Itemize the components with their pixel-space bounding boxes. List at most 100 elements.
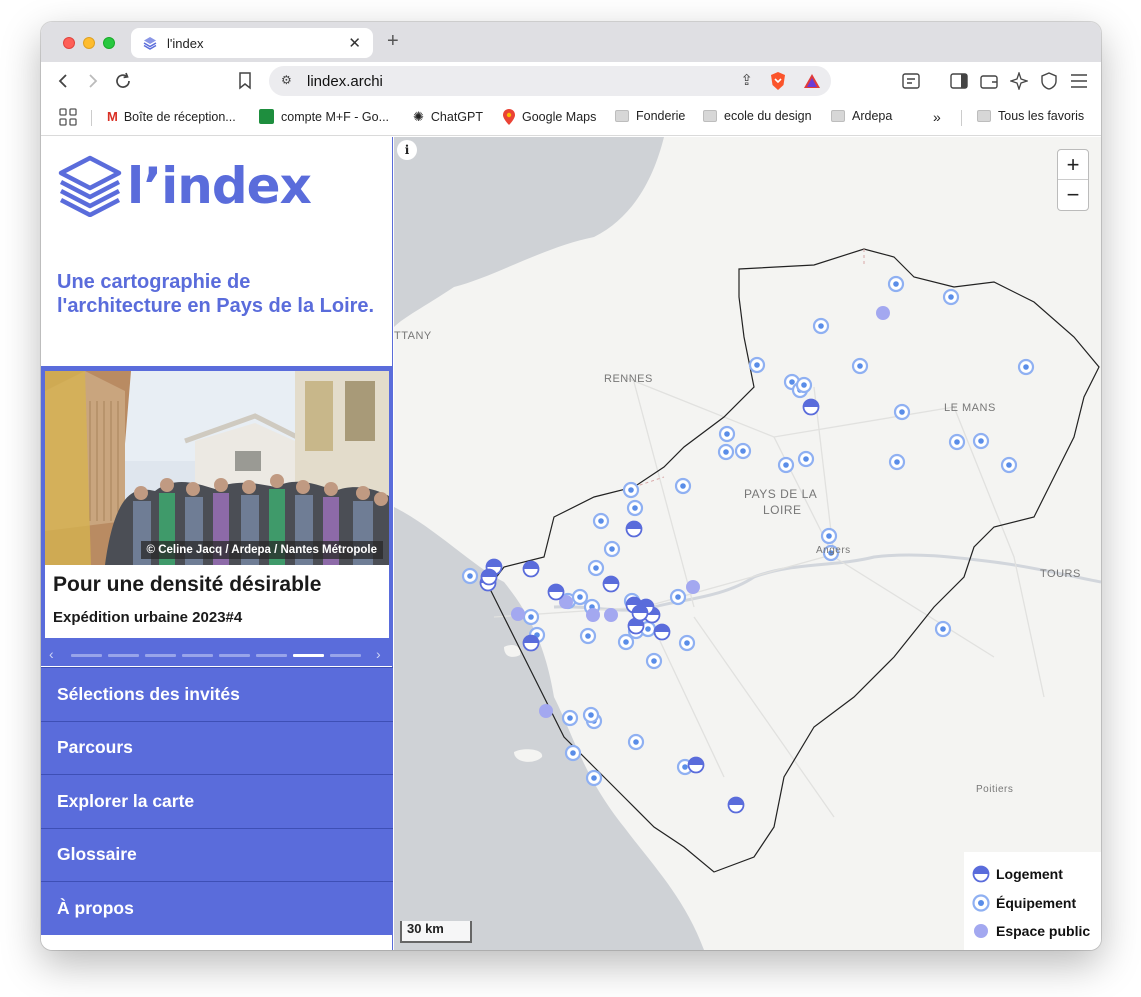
- leo-ai-icon[interactable]: [1009, 71, 1029, 91]
- equipement-marker[interactable]: [718, 425, 736, 443]
- equipement-marker[interactable]: [617, 633, 635, 651]
- zoom-out-button[interactable]: −: [1058, 180, 1088, 210]
- legend-equipement[interactable]: Équipement: [972, 889, 1093, 918]
- espace-public-marker[interactable]: [586, 608, 600, 622]
- equipement-marker[interactable]: [579, 627, 597, 645]
- address-bar[interactable]: ⚙ lindex.archi ⇪: [269, 66, 831, 96]
- sidebar-toggle-icon[interactable]: [949, 71, 969, 91]
- more-bookmarks-icon[interactable]: »: [933, 109, 941, 125]
- carousel-dot[interactable]: [330, 654, 361, 657]
- browser-tab[interactable]: l'index ✕: [131, 28, 373, 58]
- legend-logement[interactable]: Logement: [972, 860, 1093, 889]
- equipement-marker[interactable]: [777, 456, 795, 474]
- share-icon[interactable]: ⇪: [740, 71, 753, 89]
- reload-icon[interactable]: [113, 71, 133, 91]
- zoom-window-button[interactable]: [103, 37, 115, 49]
- carousel-dot[interactable]: [182, 654, 213, 657]
- logement-marker[interactable]: [727, 796, 745, 814]
- equipement-marker[interactable]: [645, 652, 663, 670]
- equipement-marker[interactable]: [678, 634, 696, 652]
- carousel-dot[interactable]: [256, 654, 287, 657]
- equipement-marker[interactable]: [942, 288, 960, 306]
- logement-marker[interactable]: [602, 575, 620, 593]
- carousel-next-icon[interactable]: ›: [376, 646, 381, 662]
- bookmark-all-favorites[interactable]: Tous les favoris: [977, 109, 1084, 123]
- equipement-marker[interactable]: [622, 481, 640, 499]
- logement-marker[interactable]: [547, 583, 565, 601]
- equipement-marker[interactable]: [627, 733, 645, 751]
- minimize-window-button[interactable]: [83, 37, 95, 49]
- bookmark-fonderie[interactable]: Fonderie: [615, 109, 685, 123]
- equipement-marker[interactable]: [571, 588, 589, 606]
- carousel-dot[interactable]: [71, 654, 102, 657]
- equipement-marker[interactable]: [564, 744, 582, 762]
- equipement-marker[interactable]: [585, 769, 603, 787]
- bookmark-compte[interactable]: compte M+F - Go...: [259, 109, 389, 124]
- equipement-marker[interactable]: [948, 433, 966, 451]
- espace-public-marker[interactable]: [876, 306, 890, 320]
- logement-marker[interactable]: [687, 756, 705, 774]
- bookmark-google-maps[interactable]: Google Maps: [503, 109, 596, 125]
- site-settings-icon[interactable]: ⚙: [281, 73, 292, 87]
- menu-item-glossaire[interactable]: Glossaire: [41, 827, 393, 881]
- equipement-marker[interactable]: [626, 499, 644, 517]
- carousel-dot[interactable]: [293, 654, 324, 657]
- equipement-marker[interactable]: [587, 559, 605, 577]
- equipement-marker[interactable]: [748, 356, 766, 374]
- logement-marker[interactable]: [522, 634, 540, 652]
- reader-mode-icon[interactable]: [901, 71, 921, 91]
- bookmark-chatgpt[interactable]: ✺ ChatGPT: [413, 109, 483, 125]
- equipement-marker[interactable]: [851, 357, 869, 375]
- equipement-marker[interactable]: [887, 275, 905, 293]
- equipement-marker[interactable]: [582, 706, 600, 724]
- equipement-marker[interactable]: [522, 608, 540, 626]
- brave-shields-icon[interactable]: [769, 71, 787, 91]
- equipement-marker[interactable]: [934, 620, 952, 638]
- equipement-marker[interactable]: [603, 540, 621, 558]
- espace-public-marker[interactable]: [511, 607, 525, 621]
- carousel-dot[interactable]: [219, 654, 250, 657]
- site-logo[interactable]: l’index: [57, 155, 312, 217]
- carousel-prev-icon[interactable]: ‹: [49, 646, 54, 662]
- equipement-marker[interactable]: [561, 709, 579, 727]
- equipement-marker[interactable]: [734, 442, 752, 460]
- equipement-marker[interactable]: [674, 477, 692, 495]
- logement-marker[interactable]: [480, 568, 498, 586]
- back-icon[interactable]: [53, 71, 73, 91]
- equipement-marker[interactable]: [893, 403, 911, 421]
- apps-grid-icon[interactable]: [59, 108, 77, 126]
- logement-marker[interactable]: [625, 520, 643, 538]
- map-info-icon[interactable]: i: [397, 140, 417, 160]
- equipement-marker[interactable]: [461, 567, 479, 585]
- legend-espace-public[interactable]: Espace public: [972, 917, 1093, 946]
- wallet-icon[interactable]: [979, 71, 999, 91]
- vpn-shield-icon[interactable]: [1039, 71, 1059, 91]
- carousel-dot[interactable]: [145, 654, 176, 657]
- logement-marker[interactable]: [631, 604, 649, 622]
- equipement-marker[interactable]: [820, 527, 838, 545]
- bookmark-ardepa[interactable]: Ardepa: [831, 109, 892, 123]
- equipement-marker[interactable]: [972, 432, 990, 450]
- espace-public-marker[interactable]: [539, 704, 553, 718]
- equipement-marker[interactable]: [795, 376, 813, 394]
- menu-item-parcours[interactable]: Parcours: [41, 720, 393, 774]
- logement-marker[interactable]: [522, 560, 540, 578]
- menu-item-a-propos[interactable]: À propos: [41, 881, 393, 935]
- equipement-marker[interactable]: [592, 512, 610, 530]
- equipement-marker[interactable]: [888, 453, 906, 471]
- carousel-dot[interactable]: [108, 654, 139, 657]
- equipement-marker[interactable]: [717, 443, 735, 461]
- menu-hamburger-icon[interactable]: [1069, 71, 1089, 91]
- new-tab-icon[interactable]: +: [387, 30, 399, 53]
- bookmark-gmail[interactable]: M Boîte de réception...: [107, 109, 236, 124]
- close-window-button[interactable]: [63, 37, 75, 49]
- bookmark-icon[interactable]: [235, 71, 255, 91]
- zoom-in-button[interactable]: +: [1058, 150, 1088, 180]
- equipement-marker[interactable]: [797, 450, 815, 468]
- brave-rewards-icon[interactable]: [803, 72, 821, 90]
- bookmark-ecole[interactable]: ecole du design: [703, 109, 812, 123]
- equipement-marker[interactable]: [812, 317, 830, 335]
- featured-card[interactable]: © Celine Jacq / Ardepa / Nantes Métropol…: [41, 366, 393, 666]
- espace-public-marker[interactable]: [686, 580, 700, 594]
- menu-item-selections[interactable]: Sélections des invités: [41, 667, 393, 721]
